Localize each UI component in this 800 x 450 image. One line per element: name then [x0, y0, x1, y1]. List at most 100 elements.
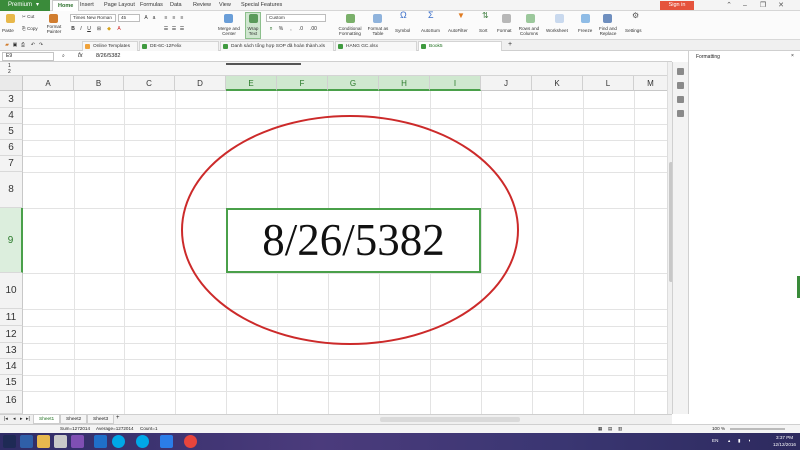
- volume-icon[interactable]: ◖: [748, 438, 751, 443]
- first-sheet-icon[interactable]: |◂: [4, 416, 8, 422]
- add-sheet-icon[interactable]: +: [116, 415, 120, 421]
- select-all-corner[interactable]: [0, 76, 23, 91]
- horizontal-scrollbar[interactable]: [380, 417, 520, 422]
- column-header-f[interactable]: F: [277, 76, 328, 91]
- fill-color-icon[interactable]: ◆: [106, 26, 112, 32]
- column-header-m[interactable]: M: [634, 76, 668, 91]
- language-indicator[interactable]: EN: [712, 438, 718, 443]
- align-middle-icon[interactable]: ≡: [171, 15, 177, 21]
- word-icon[interactable]: [94, 435, 107, 448]
- fx-icon[interactable]: fx: [78, 52, 83, 61]
- clock-date[interactable]: 12/12/2016: [773, 442, 796, 447]
- doc-tab-de-6c[interactable]: DE-6C-12Felix: [139, 41, 219, 51]
- borders-icon[interactable]: ⊞: [96, 26, 102, 32]
- formula-input[interactable]: 8/26/5382: [96, 52, 120, 61]
- comma-icon[interactable]: ,: [288, 26, 294, 32]
- zoom-level[interactable]: 100 %: [712, 425, 725, 433]
- align-top-icon[interactable]: ≡: [163, 15, 169, 21]
- row-header-15[interactable]: 15: [0, 375, 23, 391]
- tab-formulas[interactable]: Formulas: [135, 0, 168, 11]
- row-header-11[interactable]: 11: [0, 309, 23, 326]
- skype-icon[interactable]: [136, 435, 149, 448]
- format-as-table-button[interactable]: Format as Table: [367, 26, 389, 36]
- restore-icon[interactable]: ❐: [756, 0, 770, 11]
- outline-group-bar[interactable]: [226, 63, 301, 65]
- row-header-10[interactable]: 10: [0, 273, 23, 309]
- doc-tab-hang-gc[interactable]: HANG GC.xlsx: [335, 41, 417, 51]
- print-icon[interactable]: ⎙: [20, 42, 26, 48]
- undo-icon[interactable]: ↶: [30, 42, 36, 48]
- find-replace-button[interactable]: Find and Replace: [596, 26, 620, 36]
- last-sheet-icon[interactable]: ▸|: [26, 416, 30, 422]
- worksheet-button[interactable]: Worksheet: [546, 28, 568, 33]
- media-icon[interactable]: [54, 435, 67, 448]
- column-header-l[interactable]: L: [583, 76, 634, 91]
- selection-icon[interactable]: [677, 82, 684, 89]
- rows-columns-button[interactable]: Rows and Columns: [516, 26, 542, 36]
- column-header-b[interactable]: B: [74, 76, 124, 91]
- backup-icon[interactable]: [677, 110, 684, 117]
- cut-button[interactable]: ✂ Cut: [22, 14, 34, 19]
- network-icon[interactable]: ▮: [738, 438, 741, 444]
- row-header-6[interactable]: 6: [0, 140, 23, 156]
- view-page-icon[interactable]: ▥: [618, 425, 622, 433]
- tab-page-layout[interactable]: Page Layout: [99, 0, 140, 11]
- row-header-14[interactable]: 14: [0, 359, 23, 375]
- clock-time[interactable]: 3:37 PM: [776, 435, 793, 440]
- doc-tab-danh-sach[interactable]: Danh sách tổng hợp SOP đã hoàn thành.xls: [220, 41, 334, 51]
- merged-cell-e9[interactable]: 8/26/5382: [226, 208, 481, 273]
- chrome-icon[interactable]: [184, 435, 197, 448]
- format-button[interactable]: Format: [497, 28, 512, 33]
- tab-data[interactable]: Data: [165, 0, 187, 11]
- view-normal-icon[interactable]: ▦: [598, 425, 602, 433]
- row-header-4[interactable]: 4: [0, 108, 23, 124]
- column-header-d[interactable]: D: [175, 76, 226, 91]
- row-header-9[interactable]: 9: [0, 208, 23, 273]
- premium-button[interactable]: Premium ▾: [0, 0, 50, 11]
- new-tab-icon[interactable]: +: [507, 41, 513, 48]
- sheet-tab-3[interactable]: Sheet3: [87, 415, 115, 424]
- column-header-j[interactable]: J: [481, 76, 532, 91]
- shapes-icon[interactable]: [677, 96, 684, 103]
- copy-button[interactable]: ⎘ Copy: [22, 26, 38, 31]
- column-header-k[interactable]: K: [532, 76, 583, 91]
- minimize-icon[interactable]: –: [738, 0, 752, 11]
- folder-icon[interactable]: ▰: [4, 42, 10, 48]
- align-right-icon[interactable]: ☰: [179, 26, 185, 32]
- row-header-16[interactable]: 16: [0, 391, 23, 414]
- row-header-3[interactable]: 3: [0, 91, 23, 108]
- merge-center-button[interactable]: Merge and Center: [214, 26, 244, 36]
- decrease-font-icon[interactable]: a: [151, 15, 157, 21]
- sort-button[interactable]: Sort: [479, 28, 487, 33]
- outline-level-2[interactable]: 2: [8, 69, 11, 75]
- underline-icon[interactable]: U: [86, 26, 92, 32]
- row-header-8[interactable]: 8: [0, 172, 23, 208]
- autofilter-button[interactable]: AutoFilter: [448, 28, 468, 33]
- increase-font-icon[interactable]: A: [143, 15, 149, 21]
- prev-sheet-icon[interactable]: ◂: [13, 416, 16, 422]
- sheet-tab-1[interactable]: Sheet1: [33, 415, 61, 424]
- row-header-12[interactable]: 12: [0, 326, 23, 343]
- row-header-13[interactable]: 13: [0, 343, 23, 359]
- close-icon[interactable]: ✕: [774, 0, 788, 11]
- row-header-7[interactable]: 7: [0, 156, 23, 172]
- writer-icon[interactable]: [160, 435, 173, 448]
- app-icon[interactable]: [71, 435, 84, 448]
- redo-icon[interactable]: ↷: [38, 42, 44, 48]
- format-painter-button[interactable]: Format Painter: [44, 24, 64, 34]
- column-header-g[interactable]: G: [328, 76, 379, 91]
- percent-icon[interactable]: %: [278, 26, 284, 32]
- column-header-i[interactable]: I: [430, 76, 481, 91]
- align-center-icon[interactable]: ☰: [171, 26, 177, 32]
- signin-button[interactable]: Sign in: [660, 1, 694, 10]
- start-icon[interactable]: [3, 435, 16, 448]
- increase-decimal-icon[interactable]: .0: [298, 26, 304, 32]
- currency-icon[interactable]: ¤: [268, 26, 274, 32]
- autosum-button[interactable]: AutoSum: [421, 28, 440, 33]
- column-header-e[interactable]: E: [226, 76, 277, 91]
- doc-tab-book5[interactable]: Book5: [418, 41, 502, 51]
- sheet-tab-2[interactable]: Sheet2: [60, 415, 88, 424]
- font-size-select[interactable]: 45: [118, 14, 140, 22]
- skype-icon[interactable]: [112, 435, 125, 448]
- paste-button[interactable]: Paste: [2, 28, 14, 33]
